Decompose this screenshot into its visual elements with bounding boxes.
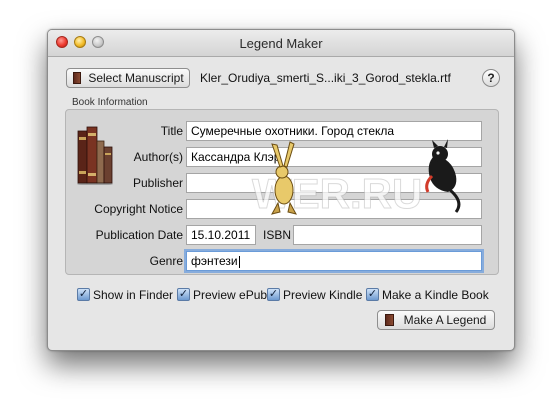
- genre-label: Genre: [149, 254, 183, 268]
- genre-field[interactable]: фэнтези: [186, 251, 482, 271]
- isbn-field[interactable]: [293, 225, 482, 245]
- text-caret: [238, 255, 240, 268]
- select-manuscript-label: Select Manuscript: [88, 71, 184, 85]
- title-label: Title: [160, 124, 183, 138]
- preview-epub-label: Preview ePub: [193, 288, 268, 302]
- publication-date-field[interactable]: 15.10.2011: [186, 225, 256, 245]
- title-bar[interactable]: Legend Maker: [48, 30, 514, 57]
- app-window: Legend Maker Select Manuscript Kler_Orud…: [47, 29, 515, 351]
- preview-epub-checkbox[interactable]: ✓: [177, 288, 190, 301]
- preview-kindle-label: Preview Kindle: [283, 288, 363, 302]
- preview-epub-option[interactable]: ✓ Preview ePub: [177, 287, 267, 303]
- help-button[interactable]: ?: [482, 69, 500, 87]
- book-icon: [73, 72, 81, 84]
- show-in-finder-checkbox[interactable]: ✓: [77, 288, 90, 301]
- show-in-finder-option[interactable]: ✓ Show in Finder: [77, 287, 175, 303]
- publisher-label: Publisher: [132, 176, 183, 190]
- isbn-label: ISBN: [263, 228, 292, 242]
- make-kindle-book-label: Make a Kindle Book: [382, 288, 489, 302]
- make-a-legend-button[interactable]: Make A Legend: [377, 310, 495, 330]
- window-title: Legend Maker: [239, 36, 323, 51]
- copyright-field[interactable]: [186, 199, 482, 219]
- show-in-finder-label: Show in Finder: [93, 288, 174, 302]
- authors-label: Author(s): [133, 150, 183, 164]
- make-kindle-book-option[interactable]: ✓ Make a Kindle Book: [366, 287, 489, 303]
- preview-kindle-option[interactable]: ✓ Preview Kindle: [267, 287, 363, 303]
- preview-kindle-checkbox[interactable]: ✓: [267, 288, 280, 301]
- publication-date-label: Publication Date: [95, 228, 183, 242]
- books-icon: [77, 126, 113, 185]
- publisher-field[interactable]: [186, 173, 482, 193]
- title-field[interactable]: Сумеречные охотники. Город стекла: [186, 121, 482, 141]
- book-icon: [385, 314, 394, 326]
- select-manuscript-button[interactable]: Select Manuscript: [66, 68, 190, 88]
- make-kindle-book-checkbox[interactable]: ✓: [366, 288, 379, 301]
- authors-field[interactable]: Кассандра Клэр: [186, 147, 482, 167]
- book-information-label: Book Information: [72, 97, 148, 108]
- genre-value: фэнтези: [191, 254, 238, 268]
- make-a-legend-label: Make A Legend: [403, 313, 487, 327]
- copyright-label: Copyright Notice: [94, 202, 183, 216]
- manuscript-filename: Kler_Orudiya_smerti_S...iki_3_Gorod_stek…: [200, 71, 451, 85]
